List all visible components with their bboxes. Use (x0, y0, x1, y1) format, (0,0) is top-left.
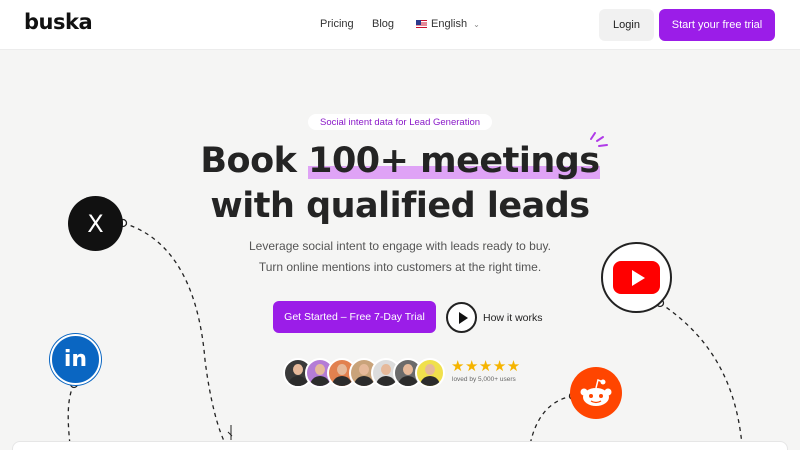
language-label: English (431, 18, 468, 30)
get-started-button[interactable]: Get Started – Free 7-Day Trial (273, 301, 436, 333)
language-selector[interactable]: English ⌄ (416, 18, 480, 30)
user-avatars-group (283, 358, 445, 388)
how-it-works-link[interactable]: How it works (483, 312, 543, 324)
linkedin-logo-text: in (63, 347, 88, 372)
buska-logo[interactable]: buska (24, 10, 93, 34)
youtube-logo (613, 261, 660, 294)
site-header: buska Pricing Blog English ⌄ Login Start… (0, 0, 800, 50)
hero-title-highlight: 100+ meetings (308, 141, 600, 181)
nav-blog-link[interactable]: Blog (372, 18, 394, 30)
hero-title-line1: Book 100+ meetings (0, 141, 800, 181)
play-video-button[interactable] (446, 302, 477, 333)
login-button[interactable]: Login (599, 9, 654, 41)
x-twitter-icon: X (68, 196, 123, 251)
nav-pricing-link[interactable]: Pricing (320, 18, 354, 30)
play-icon (458, 311, 468, 324)
hero-subtitle-line1: Leverage social intent to engage with le… (249, 239, 551, 253)
hero-badge: Social intent data for Lead Generation (308, 114, 492, 130)
hero-title-prefix: Book (200, 141, 309, 181)
hero-subtitle-line2: Turn online mentions into customers at t… (258, 260, 542, 274)
content-card-top (12, 441, 788, 450)
youtube-icon (601, 242, 672, 313)
start-free-trial-button[interactable]: Start your free trial (659, 9, 775, 41)
reddit-alien-icon (580, 378, 612, 406)
reddit-icon (570, 367, 622, 419)
loved-by-text: loved by 5,000+ users (452, 376, 516, 383)
chevron-down-icon: ⌄ (473, 19, 480, 29)
avatar (415, 358, 445, 388)
rating-stars: ★★★★★ (451, 358, 521, 375)
linkedin-icon: in (50, 334, 101, 385)
us-flag-icon (416, 20, 427, 28)
